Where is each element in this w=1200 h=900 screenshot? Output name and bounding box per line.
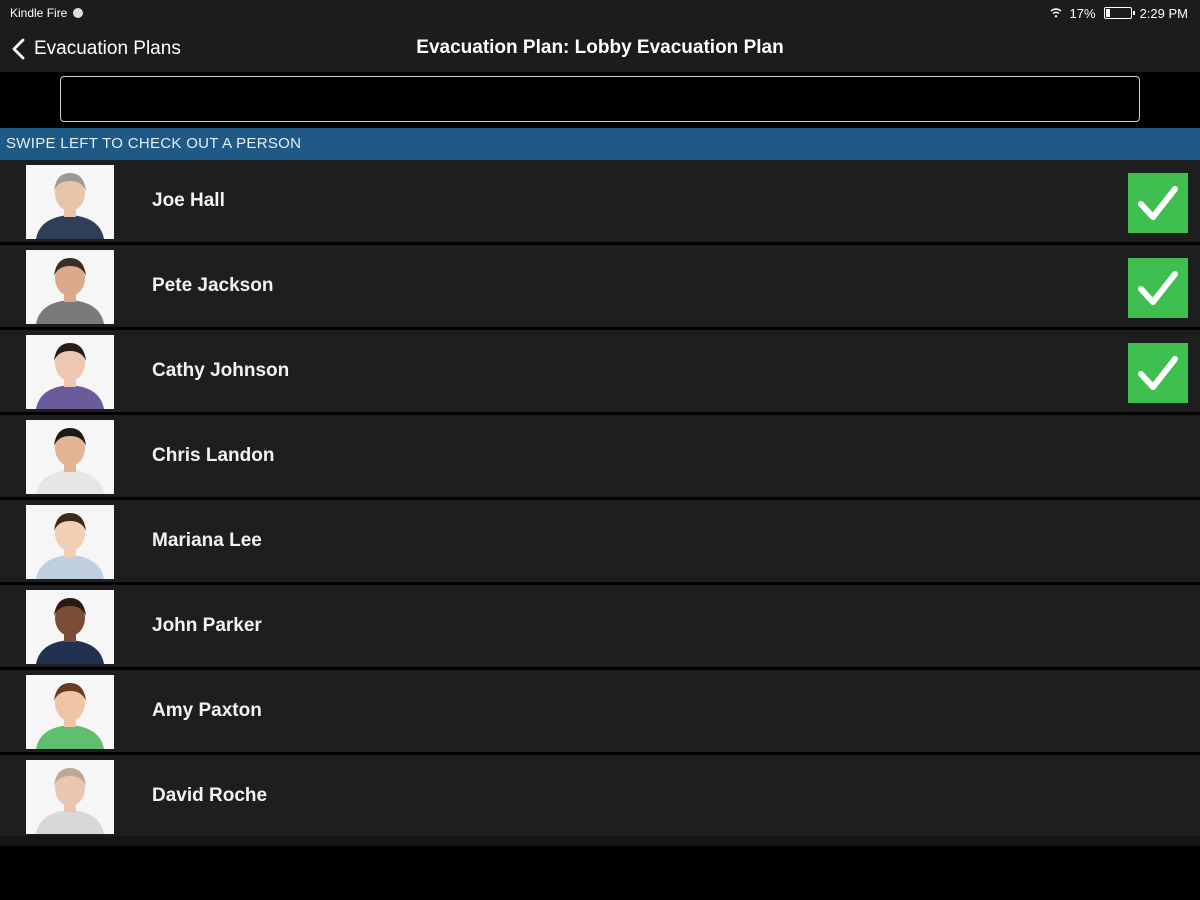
person-avatar <box>26 250 114 324</box>
person-photo-icon <box>26 250 114 324</box>
person-name: Mariana Lee <box>152 530 262 551</box>
search-input[interactable] <box>60 76 1140 122</box>
status-left: Kindle Fire <box>10 6 84 20</box>
person-avatar <box>26 335 114 409</box>
person-photo-icon <box>26 165 114 239</box>
person-photo-icon <box>26 420 114 494</box>
person-photo-icon <box>26 675 114 749</box>
person-photo-icon <box>26 760 114 834</box>
list-footer <box>0 836 1200 846</box>
person-avatar <box>26 675 114 749</box>
person-avatar <box>26 505 114 579</box>
person-photo-icon <box>26 335 114 409</box>
person-name: Chris Landon <box>152 445 275 466</box>
checked-in-checkmark-icon <box>1128 343 1188 403</box>
person-name: David Roche <box>152 785 268 806</box>
person-photo-icon <box>26 505 114 579</box>
wifi-icon <box>1050 8 1061 18</box>
battery-percent: 17% <box>1069 5 1096 21</box>
person-name: Amy Paxton <box>152 700 262 721</box>
section-header: SWIPE LEFT TO CHECK OUT A PERSON <box>0 128 1200 160</box>
person-avatar <box>26 165 114 239</box>
battery-icon <box>1103 7 1135 19</box>
info-icon <box>73 8 84 18</box>
search-bar <box>0 72 1200 128</box>
person-row[interactable]: John Parker <box>0 585 1200 670</box>
person-row[interactable]: Joe Hall <box>0 160 1200 245</box>
device-name: Kindle Fire <box>10 6 68 20</box>
person-avatar <box>26 590 114 664</box>
person-name: Pete Jackson <box>152 275 274 296</box>
page-title: Evacuation Plan: Lobby Evacuation Plan <box>416 37 784 58</box>
status-right: 17% 2:29 PM <box>1050 6 1188 21</box>
people-list: Joe Hall Pete Jackson Cathy Johnson Chris L… <box>0 160 1200 840</box>
person-row[interactable]: Cathy Johnson <box>0 330 1200 415</box>
checked-in-checkmark-icon <box>1128 258 1188 318</box>
person-name: Joe Hall <box>152 190 225 211</box>
person-row[interactable]: Mariana Lee <box>0 500 1200 585</box>
person-name: John Parker <box>152 615 262 636</box>
person-row[interactable]: Amy Paxton <box>0 670 1200 755</box>
person-avatar <box>26 420 114 494</box>
status-bar: Kindle Fire 17% 2:29 PM <box>0 0 1200 26</box>
person-row[interactable]: David Roche <box>0 755 1200 840</box>
nav-bar: Evacuation Plans Evacuation Plan: Lobby … <box>0 26 1200 72</box>
person-photo-icon <box>26 590 114 664</box>
person-row[interactable]: Chris Landon <box>0 415 1200 500</box>
person-avatar <box>26 760 114 834</box>
person-name: Cathy Johnson <box>152 360 290 381</box>
clock: 2:29 PM <box>1139 5 1188 21</box>
person-row[interactable]: Pete Jackson <box>0 245 1200 330</box>
checked-in-checkmark-icon <box>1128 173 1188 233</box>
